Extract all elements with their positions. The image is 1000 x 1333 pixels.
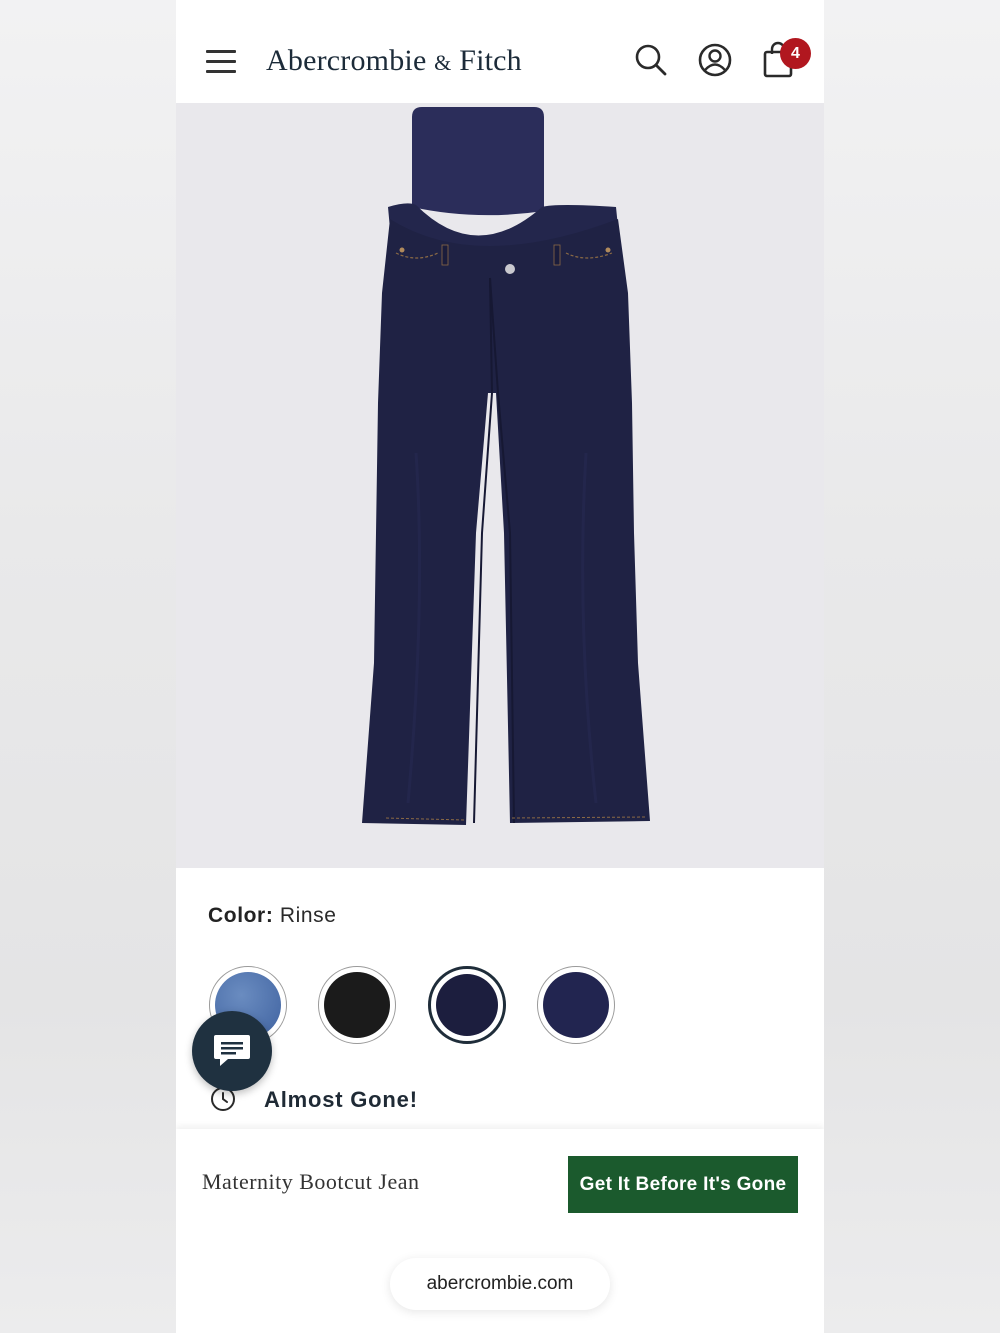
color-label-value: Rinse — [279, 904, 337, 927]
cart-count-badge: 4 — [780, 38, 811, 69]
phone-screen: Abercrombie & Fitch 4 Color: Rinse Almos… — [176, 0, 824, 1333]
product-image[interactable] — [176, 103, 824, 868]
sticky-purchase-bar: Maternity Bootcut Jean Get It Before It'… — [176, 1129, 824, 1333]
brand-name-part2: Fitch — [459, 44, 522, 77]
color-label: Color: Rinse — [208, 904, 337, 928]
left-background — [0, 0, 176, 1333]
chat-button[interactable] — [192, 1011, 272, 1091]
right-background — [824, 0, 1000, 1333]
color-swatch-dark-navy[interactable] — [537, 966, 615, 1044]
swatch-fill — [324, 972, 390, 1038]
chat-icon — [214, 1035, 250, 1066]
product-name: Maternity Bootcut Jean — [202, 1169, 420, 1194]
brand-name-part1: Abercrombie — [266, 44, 427, 77]
hamburger-menu-icon[interactable] — [204, 48, 238, 74]
stock-status: Almost Gone! — [264, 1087, 418, 1112]
swatch-fill — [436, 974, 498, 1036]
color-swatch-black[interactable] — [318, 966, 396, 1044]
site-header: Abercrombie & Fitch 4 — [176, 0, 824, 103]
browser-url-bar[interactable]: abercrombie.com — [390, 1258, 610, 1310]
account-icon[interactable] — [695, 40, 735, 80]
search-icon[interactable] — [631, 40, 671, 80]
brand-logo[interactable]: Abercrombie & Fitch — [266, 44, 522, 78]
color-swatch-rinse[interactable] — [428, 966, 506, 1044]
swatch-fill — [543, 972, 609, 1038]
get-it-button[interactable]: Get It Before It's Gone — [568, 1156, 798, 1213]
jeans-illustration — [362, 107, 650, 825]
color-label-key: Color: — [208, 904, 274, 927]
brand-ampersand: & — [434, 50, 452, 75]
